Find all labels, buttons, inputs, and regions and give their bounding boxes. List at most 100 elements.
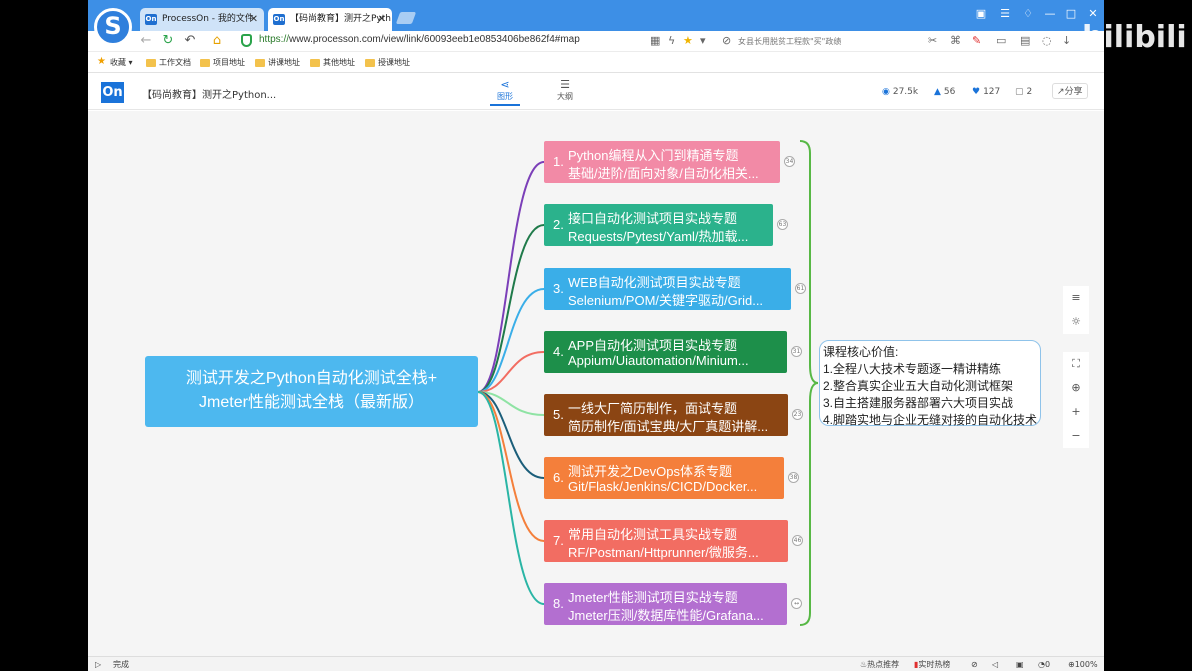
folder-icon xyxy=(200,59,210,67)
branch-node[interactable]: 3. WEB自动化测试项目实战专题 Selenium/POM/关键字驱动/Grid.… xyxy=(544,268,791,310)
outline-icon: ☰ xyxy=(560,78,570,91)
realtime-hot-list[interactable]: ▮实时热榜 xyxy=(914,660,950,669)
zoom-in-icon[interactable]: + xyxy=(1063,400,1089,424)
tab-my-files[interactable]: On ProcessOn - 我的文件 ✕ xyxy=(140,8,264,31)
home-icon[interactable]: ⌂ xyxy=(209,33,225,49)
download-icon[interactable]: ↓ xyxy=(1062,34,1071,48)
minimize-icon[interactable]: — xyxy=(1041,6,1059,22)
connector-line xyxy=(477,391,545,605)
url-input[interactable]: https://www.processon.com/view/link/6009… xyxy=(259,34,580,45)
connector-line xyxy=(477,161,545,393)
play-icon[interactable]: ▷ xyxy=(95,660,101,669)
tab-mindmap[interactable]: ⋖ 图形 xyxy=(490,78,520,106)
branch-text: Selenium/POM/关键字驱动/Grid... xyxy=(568,293,764,308)
branch-text: APP自动化测试项目实战专题 xyxy=(568,338,738,353)
likes-count[interactable]: ▲ 56 xyxy=(934,87,955,97)
status-bar: ▷ 完成 ♨热点推荐 ▮实时热榜 ⊘ ◁ ▣ ◔0 ⊕100% xyxy=(88,656,1104,671)
branch-number: 5. xyxy=(553,407,564,422)
lock-icon[interactable]: ▣ xyxy=(1016,660,1024,669)
maximize-icon[interactable]: □ xyxy=(1062,6,1080,22)
lightning-icon[interactable]: ϟ xyxy=(668,34,675,48)
branch-text: 常用自动化测试工具实战专题 xyxy=(568,527,738,542)
search-input[interactable]: 女县长用脱贫工程款"买"政绩 xyxy=(738,36,841,47)
branch-number: 8. xyxy=(553,596,564,611)
tool-icon[interactable]: ✎ xyxy=(972,34,981,48)
bookmark-folder[interactable]: 工作文档 xyxy=(146,58,191,68)
skin-icon[interactable]: ♢ xyxy=(1019,6,1037,22)
mindmap-icon: ⋖ xyxy=(500,78,510,91)
screenshot-icon[interactable]: ✂ xyxy=(928,34,937,48)
new-tab-button[interactable] xyxy=(395,12,417,24)
branch-number: 1. xyxy=(553,154,564,169)
branch-node[interactable]: 1. Python编程从入门到精通专题 基础/进阶/面向对象/自动化相关... xyxy=(544,141,780,183)
close-tab-icon[interactable]: ✕ xyxy=(378,8,386,31)
branch-node[interactable]: 7. 常用自动化测试工具实战专题 RF/Postman/Httprunner/微服务… xyxy=(544,520,788,562)
folder-icon xyxy=(310,59,320,67)
translate-icon[interactable]: ⌘ xyxy=(950,34,961,48)
branch-node[interactable]: 4. APP自动化测试项目实战专题 Appium/Uiautomation/Mini… xyxy=(544,331,787,373)
bookmark-folder[interactable]: 项目地址 xyxy=(200,58,245,68)
app-icon[interactable]: ▤ xyxy=(1020,34,1030,48)
processon-favicon-icon: On xyxy=(145,14,157,25)
heart-icon: ♥ xyxy=(972,87,981,97)
title-bar: S On ProcessOn - 我的文件 ✕ On 【码尚教育】测开之Pyth… xyxy=(88,0,1104,46)
download-count[interactable]: ◔0 xyxy=(1038,660,1050,669)
refresh-icon[interactable]: ◌ xyxy=(1042,34,1052,48)
branch-node[interactable]: 2. 接口自动化测试项目实战专题 Requests/Pytest/Yaml/热加载.… xyxy=(544,204,773,246)
branch-text: 接口自动化测试项目实战专题 xyxy=(568,211,738,226)
branch-text: RF/Postman/Httprunner/微服务... xyxy=(568,545,759,560)
branch-text: Jmeter压测/数据库性能/Grafana... xyxy=(568,608,764,623)
processon-favicon-icon: On xyxy=(273,14,285,25)
reload-icon[interactable]: ↻ xyxy=(160,33,176,49)
branch-number: 4. xyxy=(553,344,564,359)
undo-icon[interactable]: ↶ xyxy=(182,33,198,49)
bookmark-folder[interactable]: 讲课地址 xyxy=(255,58,300,68)
tab-label: ProcessOn - 我的文件 xyxy=(162,14,254,24)
root-node[interactable]: 测试开发之Python自动化测试全栈+ Jmeter性能测试全栈（最新版） xyxy=(145,356,478,427)
zoom-level[interactable]: ⊕100% xyxy=(1068,660,1098,669)
security-icon[interactable]: ⊘ xyxy=(971,660,978,669)
close-tab-icon[interactable]: ✕ xyxy=(250,8,258,31)
theme-icon[interactable]: ☼ xyxy=(1063,310,1089,334)
monitor-icon[interactable]: ▭ xyxy=(996,34,1006,48)
profile-icon[interactable]: ▣ xyxy=(972,6,990,22)
tab-outline[interactable]: ☰ 大纲 xyxy=(550,78,580,102)
back-icon[interactable]: ← xyxy=(138,33,154,49)
tab-active-document[interactable]: On 【码尚教育】测开之Pyth ✕ xyxy=(268,8,392,31)
dropdown-chevron-icon[interactable]: ▾ xyxy=(700,34,706,48)
branch-number: 7. xyxy=(553,533,564,548)
locate-icon[interactable]: ⊕ xyxy=(1063,376,1089,400)
zoom-out-icon[interactable]: − xyxy=(1063,424,1089,448)
bookmark-folder[interactable]: 授课地址 xyxy=(365,58,410,68)
tab-label: 【码尚教育】测开之Pyth xyxy=(290,14,391,24)
branch-text: WEB自动化测试项目实战专题 xyxy=(568,275,741,290)
hot-recommend[interactable]: ♨热点推荐 xyxy=(860,660,899,669)
eye-icon: ◉ xyxy=(882,87,890,97)
bookmark-favorites[interactable]: ★ 收藏 ▾ xyxy=(97,57,133,68)
processon-logo[interactable]: On xyxy=(101,82,124,103)
branch-text: Appium/Uiautomation/Minium... xyxy=(568,353,749,368)
comments-count[interactable]: ▢ 2 xyxy=(1015,87,1032,97)
speaker-icon[interactable]: ◁ xyxy=(992,660,998,669)
branch-node[interactable]: 6. 测试开发之DevOps体系专题 Git/Flask/Jenkins/CICD/… xyxy=(544,457,784,499)
favorites-count[interactable]: ♥ 127 xyxy=(972,87,1000,97)
grid-icon[interactable]: ▦ xyxy=(650,34,660,48)
search-engine-icon[interactable]: ⊘ xyxy=(722,34,731,48)
folder-icon xyxy=(146,59,156,67)
style-icon[interactable]: ≡ xyxy=(1063,286,1089,310)
mindmap-canvas[interactable]: 测试开发之Python自动化测试全栈+ Jmeter性能测试全栈（最新版） 1.… xyxy=(88,111,1104,656)
bilibili-watermark: bilibili xyxy=(1082,20,1187,55)
connector-line xyxy=(477,288,545,393)
core-value-box[interactable]: 课程核心价值: 1.全程八大技术专题逐一精讲精练 2.整合真实企业五大自动化测试… xyxy=(819,340,1041,427)
branch-node[interactable]: 8. Jmeter性能测试项目实战专题 Jmeter压测/数据库性能/Grafana… xyxy=(544,583,787,625)
bookmark-star-icon[interactable]: ★ xyxy=(683,34,693,48)
menu-icon[interactable]: ☰ xyxy=(996,6,1014,22)
document-title: 【码尚教育】测开之Python... xyxy=(142,90,277,101)
share-button[interactable]: ↗分享 xyxy=(1052,83,1088,99)
bookmark-folder[interactable]: 其他地址 xyxy=(310,58,355,68)
collapse-badge[interactable]: 63 xyxy=(777,219,788,230)
status-text: 完成 xyxy=(113,660,129,669)
fullscreen-icon[interactable]: ⛶ xyxy=(1063,352,1089,376)
share-icon: ↗ xyxy=(1057,87,1065,97)
branch-node[interactable]: 5. 一线大厂简历制作，面试专题 简历制作/面试宝典/大厂真题讲解... xyxy=(544,394,788,436)
